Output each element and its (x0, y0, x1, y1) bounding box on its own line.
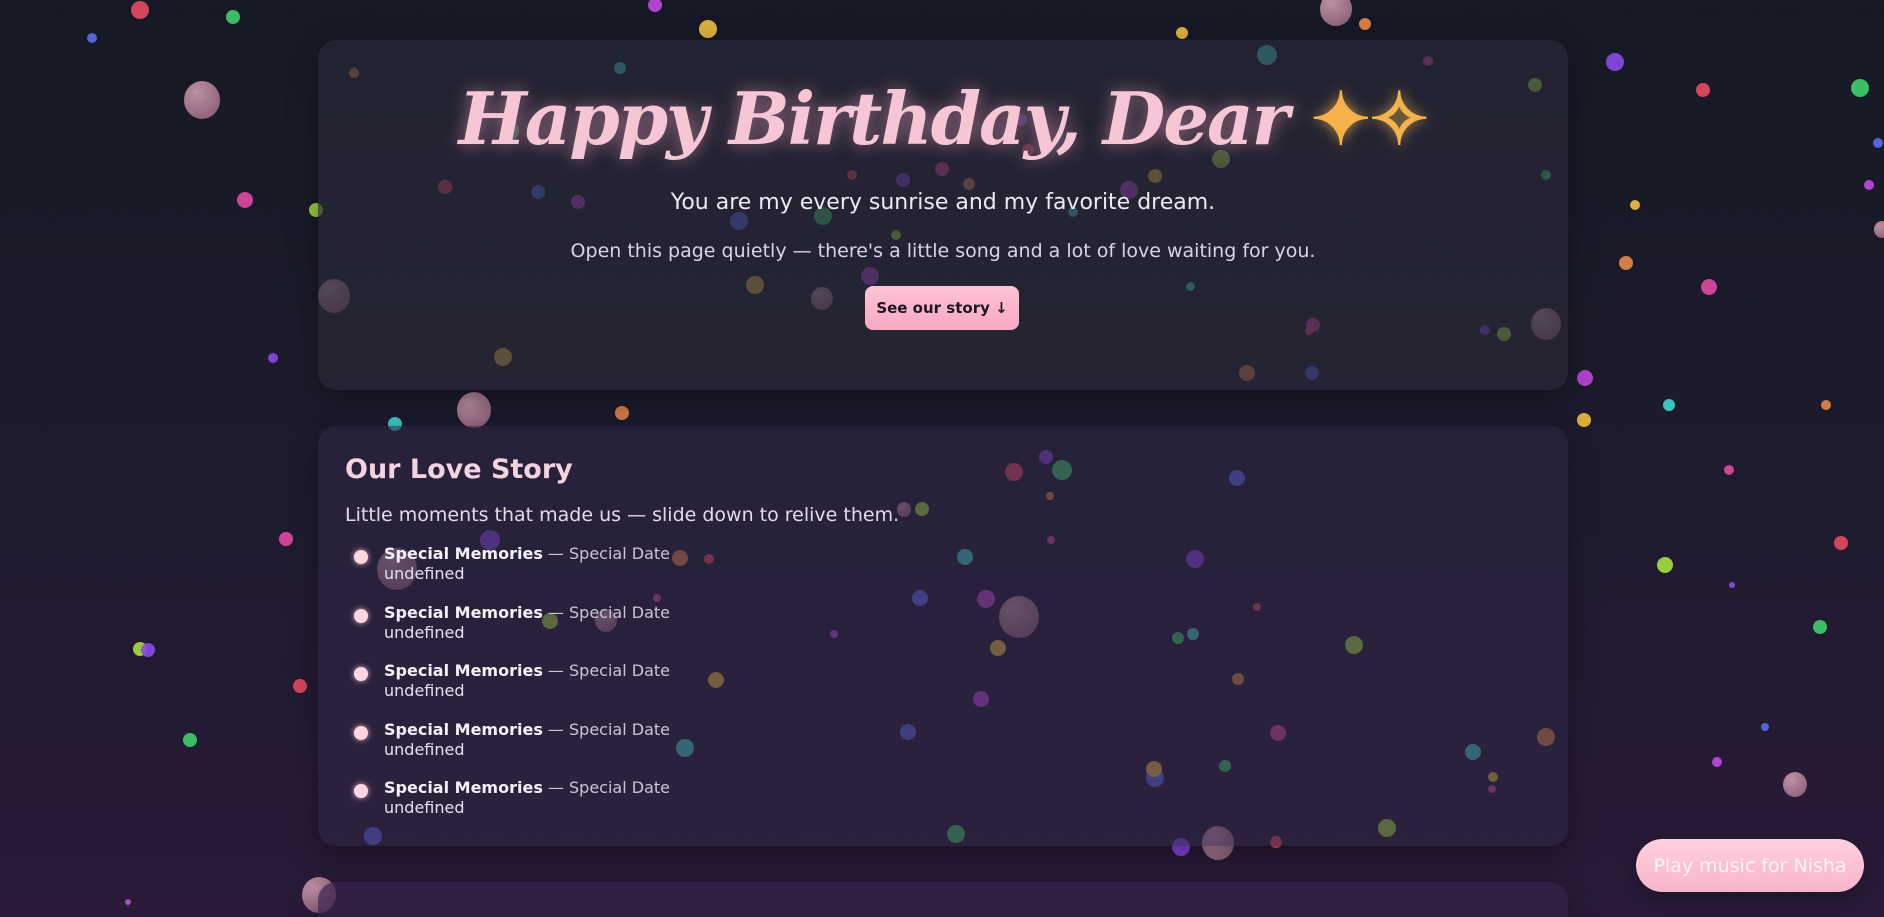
timeline-dot-icon (354, 667, 368, 681)
confetti-dot (1729, 582, 1735, 588)
balloon-bubble (1874, 221, 1884, 238)
hero-note: Open this page quietly — there's a littl… (570, 240, 1316, 262)
memory-title: Special Memories (384, 778, 543, 797)
memory-separator: — (542, 602, 570, 622)
section-subtitle: Little moments that made us — slide down… (345, 504, 900, 526)
balloon-bubble (184, 81, 220, 119)
memory-timeline: Special Memories — Special Date undefine… (354, 544, 670, 837)
confetti-dot (125, 899, 131, 905)
confetti-dot (131, 1, 149, 19)
memory-date: Special Date (569, 602, 670, 622)
confetti-dot (279, 532, 293, 546)
confetti-dot (1577, 370, 1593, 386)
play-music-button[interactable]: Play music for Nisha (1636, 839, 1864, 892)
confetti-dot (1821, 400, 1831, 410)
memory-text: undefined (384, 798, 465, 817)
memory-separator: — (542, 544, 570, 563)
memory-title: Special Memories (384, 719, 543, 739)
love-story-card: Our Love Story Little moments that made … (318, 426, 1568, 846)
timeline-dot-icon (354, 608, 368, 623)
memory-text: undefined (384, 739, 465, 759)
confetti-dot (1851, 79, 1869, 97)
memory-date: Special Date (569, 544, 670, 563)
memory-date: Special Date (569, 719, 670, 739)
timeline-item[interactable]: Special Memories — Special Date undefine… (354, 661, 670, 720)
confetti-dot (1724, 465, 1734, 475)
balloon-bubble (457, 392, 491, 428)
memory-text: undefined (384, 681, 465, 700)
memory-title: Special Memories (384, 544, 543, 563)
balloon-bubble (1320, 0, 1352, 26)
hero-subtitle: You are my every sunrise and my favorite… (670, 190, 1216, 215)
confetti-dot (268, 353, 278, 363)
confetti-dot (1701, 279, 1717, 295)
memory-date: Special Date (569, 661, 670, 680)
confetti-dot (648, 0, 662, 12)
timeline-dot-icon (354, 725, 368, 740)
hero-card: Happy Birthday, Dear ✦✧ You are my every… (318, 40, 1568, 390)
confetti-dot (183, 733, 197, 747)
confetti-dot (237, 192, 253, 208)
confetti-dot (87, 33, 97, 43)
confetti-dot (1657, 557, 1673, 573)
memory-separator: — (542, 778, 570, 797)
confetti-dot (1359, 18, 1371, 30)
memory-date: Special Date (569, 778, 670, 797)
confetti-dot (1663, 399, 1675, 411)
confetti-dot (1630, 200, 1640, 210)
confetti-dot (1712, 757, 1722, 767)
confetti-dot (1176, 27, 1188, 39)
confetti-dot (293, 679, 307, 693)
section-title: Our Love Story (345, 454, 573, 485)
memory-separator: — (542, 661, 570, 680)
memory-text: undefined (384, 622, 465, 642)
timeline-item[interactable]: Special Memories — Special Date undefine… (354, 544, 670, 603)
sparkles-icon: ✦✧ (1310, 76, 1430, 161)
confetti-dot (133, 642, 147, 656)
confetti-dot (1761, 723, 1769, 731)
memory-title: Special Memories (384, 602, 543, 622)
timeline-item[interactable]: Special Memories — Special Date undefine… (354, 603, 670, 662)
memory-title: Special Memories (384, 661, 543, 680)
confetti-dot (699, 20, 717, 38)
confetti-dot (1619, 256, 1633, 270)
timeline-item[interactable]: Special Memories — Special Date undefine… (354, 720, 670, 779)
confetti-dot (1696, 83, 1710, 97)
confetti-dot (226, 10, 240, 24)
confetti-dot (1864, 180, 1874, 190)
hero-title-text: Happy Birthday, Dear (458, 76, 1290, 161)
confetti-dot (1813, 620, 1827, 634)
confetti-dot (1873, 138, 1883, 148)
timeline-item[interactable]: Special Memories — Special Date undefine… (354, 778, 670, 837)
confetti-dot (1606, 53, 1624, 71)
confetti-dot (1834, 536, 1848, 550)
memory-separator: — (542, 719, 570, 739)
timeline-dot-icon (354, 784, 368, 798)
see-our-story-button[interactable]: See our story ↓ (865, 286, 1019, 330)
timeline-dot-icon (354, 550, 368, 564)
hero-title: Happy Birthday, Dear ✦✧ (318, 76, 1568, 161)
confetti-dot (1577, 413, 1591, 427)
memory-text: undefined (384, 564, 465, 583)
balloon-bubble (1783, 772, 1807, 798)
confetti-dot (141, 643, 155, 657)
next-section-card (318, 882, 1568, 917)
confetti-dot (615, 406, 629, 420)
